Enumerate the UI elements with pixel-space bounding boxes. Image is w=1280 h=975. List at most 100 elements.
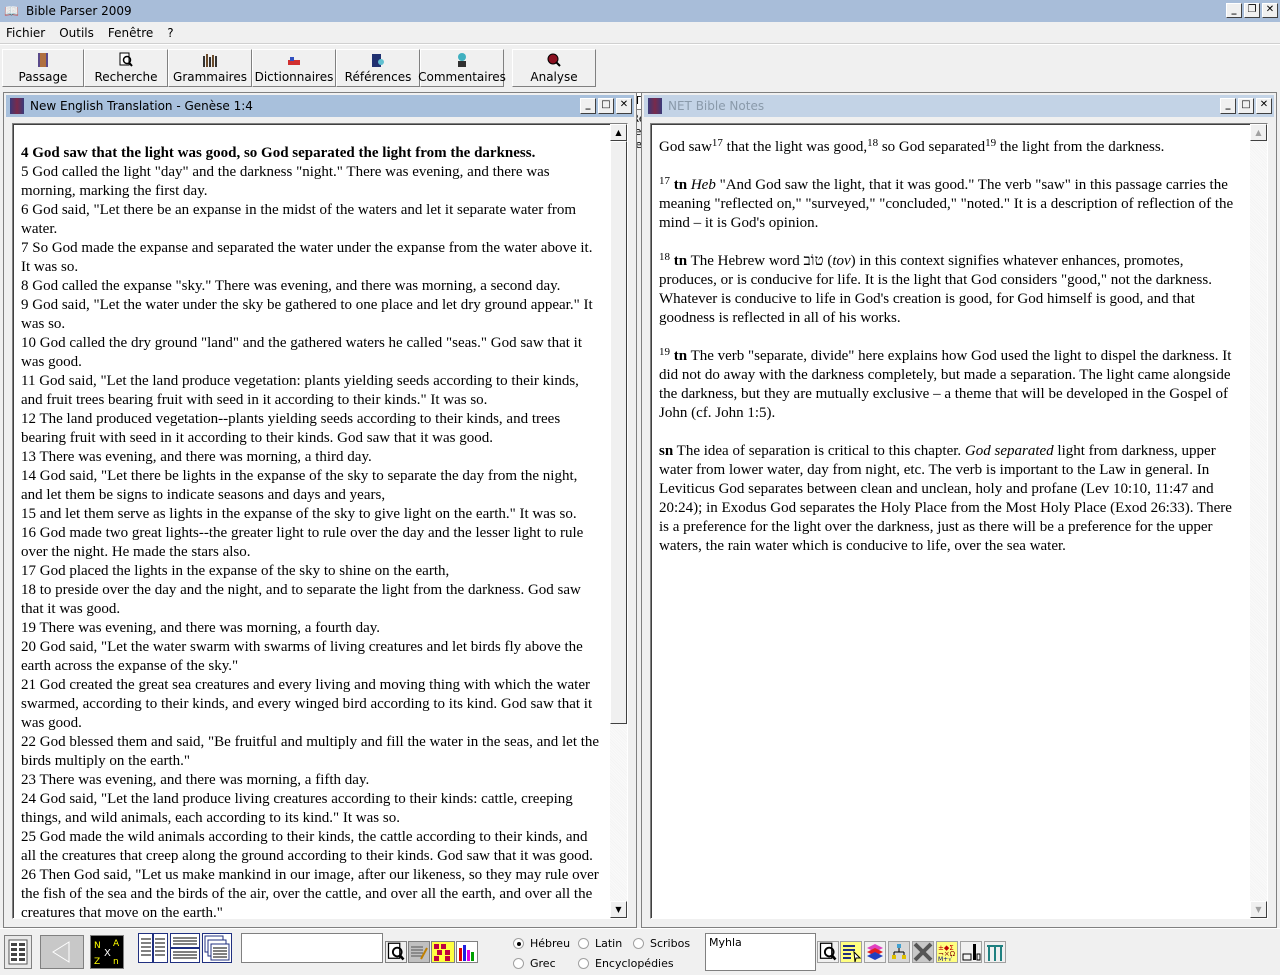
verse[interactable]: 13 There was evening, and there was morn… (21, 448, 601, 467)
search-document-icon[interactable] (385, 941, 407, 963)
text-cursor-icon[interactable] (840, 941, 862, 963)
radio-scribos[interactable]: Scribos (633, 937, 690, 950)
note-tag: tn (673, 348, 688, 364)
radio-grec[interactable]: Grec (513, 957, 556, 970)
maximize-button[interactable]: □ (1238, 98, 1254, 114)
tile-vertical-icon[interactable] (138, 933, 168, 963)
verse[interactable]: 9 God said, "Let the water under the sky… (21, 296, 601, 334)
verse[interactable]: 20 God said, "Let the water swarm with s… (21, 638, 601, 676)
dictionnaires-button[interactable]: Dictionnaires (252, 49, 336, 87)
minimize-button[interactable]: _ (1220, 98, 1236, 114)
notes-window-titlebar[interactable]: NET Bible Notes _ □ ✕ (644, 95, 1274, 117)
restore-button[interactable]: ❐ (1244, 3, 1260, 18)
verse-fragment: God saw (659, 139, 712, 155)
radio-latin[interactable]: Latin (578, 937, 622, 950)
radio-encyclopedies[interactable]: Encyclopédies (578, 957, 674, 970)
verse[interactable]: 15 and let them serve as lights in the e… (21, 505, 601, 524)
tile-horizontal-icon[interactable] (170, 933, 200, 963)
pillar-table-icon[interactable] (984, 941, 1006, 963)
scroll-up-button[interactable]: ▲ (1250, 124, 1267, 141)
translation-window-titlebar[interactable]: New English Translation - Genèse 1:4 _ □… (6, 95, 634, 117)
bible-icon (10, 98, 24, 114)
cascade-icon[interactable] (202, 933, 232, 963)
alphabet-transform-icon[interactable]: N AXZn (90, 935, 124, 969)
notes-text-area[interactable]: God saw17 that the light was good,18 so … (650, 123, 1268, 919)
references-button[interactable]: Références (336, 49, 420, 87)
svg-text:M+√: M+√ (938, 956, 952, 962)
passage-label: Passage (18, 70, 68, 84)
radio-scribos-label: Scribos (650, 937, 691, 950)
note-tag: tn (673, 253, 688, 269)
maximize-button[interactable]: □ (598, 98, 614, 114)
note-text: The idea of separation is critical to th… (673, 443, 965, 459)
scroll-down-button[interactable]: ▼ (610, 901, 627, 918)
verse[interactable]: 22 God blessed them and said, "Be fruitf… (21, 733, 601, 771)
footnote-ref-18[interactable]: 18 (867, 137, 878, 149)
columns-icon[interactable] (960, 941, 982, 963)
verse[interactable]: 18 to preside over the day and the night… (21, 581, 601, 619)
verse[interactable]: 8 God called the expanse "sky." There wa… (21, 277, 601, 296)
minimize-button[interactable]: _ (1226, 3, 1242, 18)
note-text: "And God saw the light, that it was good… (659, 177, 1234, 231)
menu-fenetre[interactable]: Fenêtre (108, 26, 153, 40)
verse[interactable]: 25 God made the wild animals according t… (21, 828, 601, 866)
symbols-table-icon[interactable]: ±◆Σ ¬×Ω M+√ (936, 941, 958, 963)
tree-icon[interactable] (888, 941, 910, 963)
commentator-icon (458, 53, 466, 67)
verse[interactable]: 5 God called the light "day" and the dar… (21, 163, 601, 201)
menu-fichier[interactable]: Fichier (6, 26, 45, 40)
footnote-ref-17[interactable]: 17 (712, 137, 723, 149)
verse[interactable]: 16 God made two great lights--the greate… (21, 524, 601, 562)
verse[interactable]: 7 So God made the expanse and separated … (21, 239, 601, 277)
verse[interactable]: 23 There was evening, and there was morn… (21, 771, 601, 790)
commentaires-button[interactable]: Commentaires (418, 49, 506, 87)
search-document-icon[interactable] (817, 941, 839, 963)
minimize-button[interactable]: _ (580, 98, 596, 114)
verse[interactable]: 12 The land produced vegetation--plants … (21, 410, 601, 448)
verse[interactable]: 10 God called the dry ground "land" and … (21, 334, 601, 372)
triangle-icon[interactable] (40, 935, 84, 969)
current-verse[interactable]: 4 God saw that the light was good, so Go… (21, 144, 601, 163)
verse[interactable]: 17 God placed the lights in the expanse … (21, 562, 601, 581)
vertical-scrollbar[interactable]: ▲ ▼ (610, 124, 627, 918)
scrollbar-thumb[interactable] (610, 141, 627, 724)
verse[interactable]: 6 God said, "Let there be an expanse in … (21, 201, 601, 239)
verse[interactable]: 26 Then God said, "Let us make mankind i… (21, 866, 601, 918)
verse[interactable]: 11 God said, "Let the land produce veget… (21, 372, 601, 410)
scroll-up-button[interactable]: ▲ (610, 124, 627, 141)
search-input[interactable] (241, 933, 383, 963)
stacked-books-icon[interactable] (864, 941, 886, 963)
verse[interactable]: 21 God created the great sea creatures a… (21, 676, 601, 733)
svg-text:n: n (113, 957, 119, 967)
close-button[interactable]: ✕ (1256, 98, 1272, 114)
close-button[interactable]: ✕ (1262, 3, 1278, 18)
bar-chart-icon[interactable] (456, 941, 478, 963)
radio-hebreu[interactable]: Hébreu (513, 937, 570, 950)
verse[interactable]: 24 God said, "Let the land produce livin… (21, 790, 601, 828)
scroll-down-button[interactable]: ▼ (1250, 901, 1267, 918)
grammaires-button[interactable]: Grammaires (168, 49, 252, 87)
close-button[interactable]: ✕ (616, 98, 632, 114)
menu-help[interactable]: ? (167, 26, 173, 40)
scroll-tools-icon[interactable] (912, 941, 934, 963)
analyse-button[interactable]: Analyse (512, 49, 596, 87)
footnote-ref-19[interactable]: 19 (985, 137, 996, 149)
grid-icon[interactable] (431, 941, 455, 963)
radio-encyclopedies-label: Encyclopédies (595, 957, 674, 970)
passage-button[interactable]: Passage (2, 49, 84, 87)
svg-text:X: X (104, 948, 111, 959)
radio-selected-icon (513, 938, 524, 949)
page-layout-icon[interactable] (4, 935, 32, 969)
verse[interactable]: 19 There was evening, and there was morn… (21, 619, 601, 638)
note-text: The verb "separate, divide" here explain… (659, 348, 1232, 421)
verse-text-area[interactable]: 4 God saw that the light was good, so Go… (12, 123, 628, 919)
recherche-label: Recherche (94, 70, 158, 84)
edit-text-icon[interactable] (408, 941, 430, 963)
verse[interactable]: 14 God said, "Let there be lights in the… (21, 467, 601, 505)
translation-window-title: New English Translation - Genèse 1:4 (30, 99, 253, 113)
word-field[interactable]: Myhla (705, 933, 816, 971)
vertical-scrollbar[interactable]: ▲ ▼ (1250, 124, 1267, 918)
menu-outils[interactable]: Outils (59, 26, 94, 40)
analyse-label: Analyse (530, 70, 578, 84)
recherche-button[interactable]: Recherche (84, 49, 168, 87)
